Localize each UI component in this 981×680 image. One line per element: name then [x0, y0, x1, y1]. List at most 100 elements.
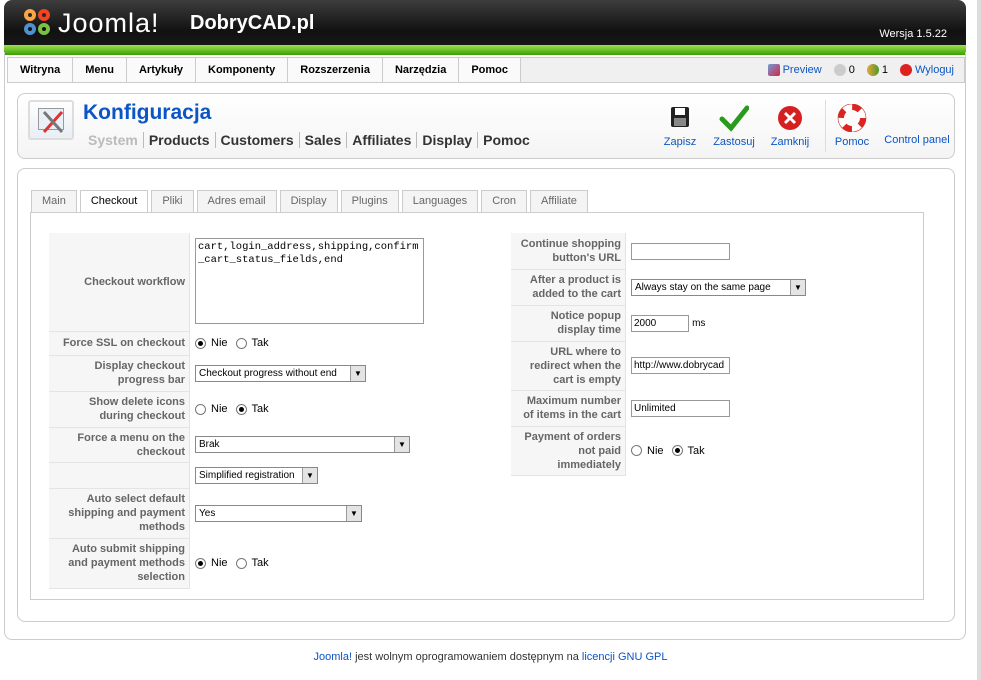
tab-plugins[interactable]: Plugins — [340, 190, 399, 212]
delete-icons-radio-group: Nie Tak — [195, 403, 424, 415]
messages-count: 0 — [848, 64, 855, 76]
footer-license-link[interactable]: licencji GNU GPL — [582, 651, 668, 663]
continue-url-label: Continue shopping button's URL — [511, 233, 626, 270]
tab-cron[interactable]: Cron — [481, 190, 528, 212]
subnav-customers[interactable]: Customers — [214, 132, 299, 148]
registration-select[interactable]: Simplified registration ▼ — [195, 466, 318, 484]
not-paid-nie-radio[interactable] — [631, 445, 642, 456]
menu-pomoc[interactable]: Pomoc — [459, 58, 521, 82]
force-ssl-label: Force SSL on checkout — [49, 331, 190, 356]
save-button[interactable]: Zapisz — [650, 104, 710, 148]
menu-komponenty[interactable]: Komponenty — [196, 58, 289, 82]
auto-submit-tak-radio[interactable] — [235, 557, 247, 569]
joomla-logo-icon — [24, 8, 54, 39]
menu-rozszerzenia[interactable]: Rozszerzenia — [288, 58, 383, 82]
after-add-value: Always stay on the same page — [635, 281, 771, 293]
force-ssl-nie-label: Nie — [211, 337, 228, 349]
chevron-down-icon: ▼ — [302, 467, 317, 483]
chevron-down-icon: ▼ — [346, 505, 361, 521]
right-form: Continue shopping button's URL After a p… — [511, 233, 811, 476]
not-paid-tak-label: Tak — [687, 444, 705, 457]
not-paid-tak-radio[interactable] — [671, 445, 683, 456]
force-menu-label: Force a menu on the checkout — [49, 427, 190, 463]
force-ssl-nie-radio[interactable] — [195, 337, 206, 349]
status-area: Preview 0 1 Wyloguj — [767, 58, 964, 82]
after-add-label: After a product is added to the cart — [511, 269, 626, 306]
delete-icons-tak-radio[interactable] — [235, 403, 247, 415]
footer-joomla-link[interactable]: Joomla! — [314, 651, 353, 663]
main-menubar: Witryna Menu Artykuły Komponenty Rozszer… — [7, 57, 965, 83]
auto-select-label: Auto select default shipping and payment… — [49, 488, 190, 539]
checkmark-icon — [719, 104, 750, 132]
left-form: Checkout workflow cart,login_address,shi… — [49, 233, 429, 589]
checkout-workflow-textarea[interactable]: cart,login_address,shipping,confirm_cart… — [195, 237, 424, 324]
progress-bar-select[interactable]: Checkout progress without end ▼ — [195, 364, 366, 382]
menu-witryna[interactable]: Witryna — [8, 58, 74, 82]
version-label: Wersja 1.5.22 — [879, 28, 947, 40]
delete-icons-tak-label: Tak — [251, 403, 269, 415]
auto-select-value: Yes — [199, 507, 216, 519]
help-button[interactable]: Pomoc — [822, 103, 882, 148]
tab-adres-email[interactable]: Adres email — [196, 190, 277, 212]
config-tabs: Main Checkout Pliki Adres email Display … — [31, 190, 588, 213]
tab-affiliate[interactable]: Affiliate — [530, 190, 588, 212]
checkout-panel: Checkout workflow cart,login_address,shi… — [30, 212, 924, 600]
logout-icon — [899, 64, 912, 76]
subnav-pomoc[interactable]: Pomoc — [477, 132, 535, 148]
subnav-system[interactable]: System — [88, 132, 143, 148]
menu-artykuly[interactable]: Artykuły — [126, 58, 197, 82]
registration-value: Simplified registration — [199, 469, 295, 481]
force-menu-select[interactable]: Brak ▼ — [195, 436, 410, 453]
floppy-icon — [665, 104, 695, 132]
config-subnav: System Products Customers Sales Affiliat… — [88, 132, 535, 148]
scrollbar-edge[interactable] — [977, 0, 981, 680]
messages-icon — [833, 64, 846, 76]
max-items-input[interactable] — [631, 399, 730, 417]
subnav-affiliates[interactable]: Affiliates — [346, 132, 416, 148]
menu-menu[interactable]: Menu — [73, 58, 127, 82]
progress-bar-value: Checkout progress without end — [199, 367, 337, 379]
force-ssl-radio-group: Nie Tak — [195, 337, 424, 349]
tab-checkout[interactable]: Checkout — [79, 190, 149, 213]
tab-main[interactable]: Main — [31, 190, 77, 212]
configuration-icon — [28, 100, 74, 140]
auto-submit-radio-group: Nie Tak — [195, 557, 424, 569]
subnav-display[interactable]: Display — [416, 132, 477, 148]
subnav-sales[interactable]: Sales — [298, 132, 347, 148]
delete-icons-nie-label: Nie — [211, 403, 228, 415]
popup-time-input[interactable] — [631, 314, 689, 332]
tab-pliki[interactable]: Pliki — [151, 190, 194, 212]
control-panel-label: Control panel — [884, 134, 950, 146]
content-box: Main Checkout Pliki Adres email Display … — [17, 168, 955, 622]
delete-icons-nie-radio[interactable] — [195, 403, 206, 415]
preview-link[interactable]: Preview — [767, 64, 822, 76]
close-icon — [775, 104, 805, 132]
menu-narzedzia[interactable]: Narzędzia — [382, 58, 460, 82]
subnav-products[interactable]: Products — [142, 132, 215, 148]
users-icon — [866, 64, 879, 76]
delete-icons-label: Show delete icons during checkout — [49, 391, 190, 428]
tab-languages[interactable]: Languages — [401, 190, 479, 212]
continue-url-input[interactable] — [631, 242, 730, 260]
users-status[interactable]: 1 — [866, 64, 888, 76]
toolbar-box: Konfiguracja System Products Customers S… — [17, 93, 955, 159]
auto-select-select[interactable]: Yes ▼ — [195, 504, 362, 522]
tab-display[interactable]: Display — [279, 190, 338, 212]
apply-button[interactable]: Zastosuj — [704, 104, 764, 148]
chevron-down-icon: ▼ — [790, 279, 805, 295]
control-panel-button[interactable]: Control panel — [880, 134, 954, 146]
save-label: Zapisz — [663, 136, 697, 148]
messages-status[interactable]: 0 — [833, 64, 855, 76]
auto-submit-tak-label: Tak — [251, 557, 269, 569]
checkout-workflow-label: Checkout workflow — [49, 233, 190, 332]
force-ssl-tak-radio[interactable] — [235, 337, 247, 349]
auto-submit-nie-radio[interactable] — [195, 557, 206, 569]
after-add-select[interactable]: Always stay on the same page ▼ — [631, 278, 806, 296]
close-button[interactable]: Zamknij — [760, 104, 820, 148]
not-paid-nie-label: Nie — [647, 444, 664, 457]
auto-submit-nie-label: Nie — [211, 557, 228, 569]
logout-link[interactable]: Wyloguj — [899, 64, 954, 76]
max-items-label: Maximum number of items in the cart — [511, 390, 626, 427]
redirect-url-input[interactable] — [631, 357, 730, 374]
help-label: Pomoc — [834, 136, 870, 148]
